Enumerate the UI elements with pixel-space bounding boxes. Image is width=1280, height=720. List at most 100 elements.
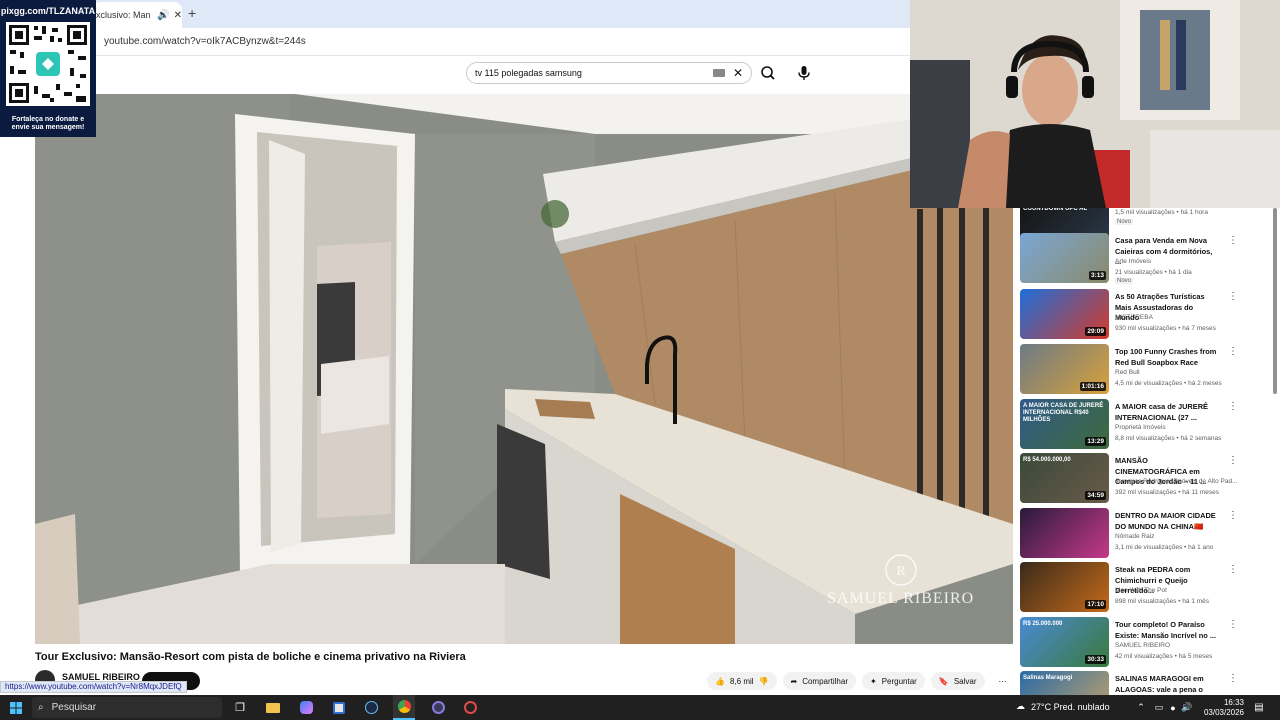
- more-actions-button[interactable]: ⋯: [991, 672, 1015, 690]
- scrollbar-thumb[interactable]: [1273, 208, 1277, 394]
- thumbs-up-icon[interactable]: 👍: [715, 677, 725, 686]
- more-vertical-icon[interactable]: ⋮: [1228, 564, 1238, 575]
- ask-label: Perguntar: [881, 676, 917, 686]
- address-url[interactable]: youtube.com/watch?v=oIk7ACBynzw&t=244s: [104, 36, 306, 47]
- recommendation-channel[interactable]: Red Bull: [1115, 369, 1245, 376]
- video-frame: R: [35, 94, 1013, 644]
- recommendation-channel[interactable]: Nômade Raiz: [1115, 533, 1245, 540]
- copilot-icon[interactable]: [296, 695, 316, 720]
- more-horizontal-icon: ⋯: [998, 676, 1007, 686]
- video-thumbnail[interactable]: 3:13: [1020, 233, 1109, 283]
- recommendation-title[interactable]: SALINAS MARAGOGI em ALAGOAS: vale a pena…: [1115, 674, 1219, 695]
- duration-badge: 3:13: [1088, 271, 1106, 280]
- speaker-icon[interactable]: 🔊: [157, 10, 169, 21]
- more-vertical-icon[interactable]: ⋮: [1228, 619, 1238, 630]
- search-icon[interactable]: [758, 64, 778, 82]
- screen: xclusivo: Man 🔊 ✕ + youtube.com/watch?v=…: [0, 0, 1280, 720]
- file-explorer-icon[interactable]: [263, 695, 283, 720]
- thumbs-down-icon[interactable]: 👎: [759, 677, 769, 686]
- like-count: 8,6 mil: [729, 676, 754, 686]
- more-vertical-icon[interactable]: ⋮: [1228, 401, 1238, 412]
- clear-search-icon[interactable]: ✕: [733, 66, 743, 80]
- video-thumbnail[interactable]: 1:01:16: [1020, 344, 1109, 394]
- search-box[interactable]: ✕: [466, 62, 752, 84]
- search-input[interactable]: [475, 68, 713, 78]
- taskbar-clock[interactable]: 16:33 03/03/2026: [1198, 698, 1244, 718]
- thumbnail-text: Salinas Maragogi: [1023, 675, 1073, 681]
- more-vertical-icon[interactable]: ⋮: [1228, 346, 1238, 357]
- recommendation-item[interactable]: 1:01:16 Top 100 Funny Crashes from Red Bu…: [1020, 344, 1272, 396]
- recommendation-item[interactable]: 29:09 As 50 Atrações Turísticas Mais Assu…: [1020, 289, 1272, 341]
- recommendation-item[interactable]: 17:10 Steak na PEDRA com Chimichurri e Qu…: [1020, 562, 1272, 614]
- tray-chevron-icon[interactable]: ⌃: [1134, 695, 1148, 720]
- tray-battery-icon[interactable]: ▭: [1152, 695, 1166, 720]
- more-vertical-icon[interactable]: ⋮: [1228, 673, 1238, 684]
- video-thumbnail[interactable]: [1020, 508, 1109, 558]
- recommendation-meta: 42 mil visualizações • há 5 meses: [1115, 653, 1213, 660]
- recommendation-title[interactable]: A MAIOR casa de JURERÊ INTERNACIONAL (27…: [1115, 402, 1219, 423]
- recommendation-item[interactable]: Salinas Maragogi SALINAS MARAGOGI em ALAG…: [1020, 671, 1272, 695]
- page-scrollbar[interactable]: [1272, 208, 1278, 695]
- status-bar-url: https://www.youtube.com/watch?v=Nr8MqxJD…: [0, 681, 187, 693]
- sparkle-icon: ✦: [870, 676, 877, 686]
- windows-start-icon[interactable]: [4, 695, 28, 720]
- microphone-icon[interactable]: [796, 64, 812, 82]
- recommendation-title[interactable]: Tour completo! O Paraíso Existe: Mansão …: [1115, 620, 1219, 641]
- keyboard-icon[interactable]: [712, 69, 725, 77]
- duration-badge: 13:29: [1085, 437, 1106, 446]
- duration-badge: 1:01:16: [1079, 382, 1106, 391]
- recommendation-channel[interactable]: Proprietà Imóveis: [1115, 424, 1245, 431]
- more-vertical-icon[interactable]: ⋮: [1228, 455, 1238, 466]
- more-vertical-icon[interactable]: ⋮: [1228, 510, 1238, 521]
- recommendation-item[interactable]: R$ 54.000.000,00 34:59 MANSÃO CINEMATOGRÁF…: [1020, 453, 1272, 505]
- video-thumbnail[interactable]: Salinas Maragogi: [1020, 671, 1109, 695]
- recommendation-title[interactable]: DENTRO DA MAIOR CIDADE DO MUNDO NA CHINA…: [1115, 511, 1219, 532]
- recommendation-channel[interactable]: Men With The Pot: [1115, 587, 1245, 594]
- microsoft-store-icon[interactable]: [329, 695, 349, 720]
- share-icon: ➦: [790, 676, 798, 686]
- recommendation-item[interactable]: A MAIOR CASA DE JURERÊ INTERNACIONAL R$4…: [1020, 399, 1272, 451]
- more-vertical-icon[interactable]: ⋮: [1228, 291, 1238, 302]
- chrome-icon[interactable]: [393, 695, 415, 720]
- svg-text:R: R: [896, 564, 906, 579]
- browser-tab-active[interactable]: xclusivo: Man 🔊 ✕: [92, 2, 182, 28]
- app-icon[interactable]: [460, 695, 480, 720]
- recommendation-channel[interactable]: SAMUEL RIBEIRO: [1115, 642, 1245, 649]
- video-thumbnail[interactable]: R$ 25.000.000 30:33: [1020, 617, 1109, 667]
- task-view-icon[interactable]: ❐: [230, 695, 250, 720]
- ask-button[interactable]: ✦ Perguntar: [862, 672, 925, 690]
- more-vertical-icon[interactable]: ⋮: [1228, 235, 1238, 246]
- address-bar[interactable]: youtube.com/watch?v=oIk7ACBynzw&t=244s: [0, 28, 910, 56]
- video-player[interactable]: R SAMUEL RIBEIRO: [35, 94, 1013, 644]
- clock-time: 16:33: [1223, 698, 1244, 707]
- obs-icon[interactable]: [428, 695, 448, 720]
- video-thumbnail[interactable]: 29:09: [1020, 289, 1109, 339]
- recommendation-item[interactable]: 3:13 Casa para Venda em Nova Caieiras com…: [1020, 233, 1272, 285]
- qr-header-text: pixgg.com/TLZANATA: [0, 6, 96, 16]
- recommendation-channel[interactable]: Arte Imóveis: [1115, 258, 1245, 265]
- recommendation-channel[interactable]: MISTUREBA: [1115, 314, 1245, 321]
- taskbar-weather[interactable]: ☁ 27°C Pred. nublado: [1016, 701, 1110, 712]
- tray-mic-icon[interactable]: ●: [1166, 695, 1180, 720]
- video-watermark-text: SAMUEL RIBEIRO: [827, 590, 975, 607]
- video-thumbnail[interactable]: R$ 54.000.000,00 34:59: [1020, 453, 1109, 503]
- steam-icon[interactable]: [361, 695, 381, 720]
- recommendation-title[interactable]: Top 100 Funny Crashes from Red Bull Soap…: [1115, 347, 1219, 368]
- save-button[interactable]: 🔖 Salvar: [930, 672, 985, 690]
- donation-qr-overlay: pixgg.com/TLZANATA Fortaleça no donate e…: [0, 0, 96, 137]
- recommendation-item[interactable]: R$ 25.000.000 30:33 Tour completo! O Paraí…: [1020, 617, 1272, 669]
- duration-badge: 17:10: [1085, 600, 1106, 609]
- like-dislike-button[interactable]: 👍 8,6 mil 👎: [707, 672, 777, 690]
- qr-code-image: [6, 22, 90, 106]
- qr-caption: Fortaleça no donate e envie sua mensagem…: [11, 116, 85, 131]
- recommendation-channel[interactable]: Jeremias Rodrigues Imóveis de Alto Pad..…: [1115, 478, 1245, 485]
- tray-volume-icon[interactable]: 🔊: [1180, 695, 1194, 720]
- recommendation-item[interactable]: DENTRO DA MAIOR CIDADE DO MUNDO NA CHINA…: [1020, 508, 1272, 560]
- taskbar-search[interactable]: ⌕ Pesquisar: [32, 697, 222, 718]
- new-tab-icon[interactable]: +: [188, 5, 196, 21]
- video-thumbnail[interactable]: A MAIOR CASA DE JURERÊ INTERNACIONAL R$4…: [1020, 399, 1109, 449]
- close-tab-icon[interactable]: ✕: [174, 10, 182, 21]
- video-thumbnail[interactable]: 17:10: [1020, 562, 1109, 612]
- notification-icon[interactable]: ▤: [1250, 695, 1268, 720]
- share-button[interactable]: ➦ Compartilhar: [782, 672, 856, 690]
